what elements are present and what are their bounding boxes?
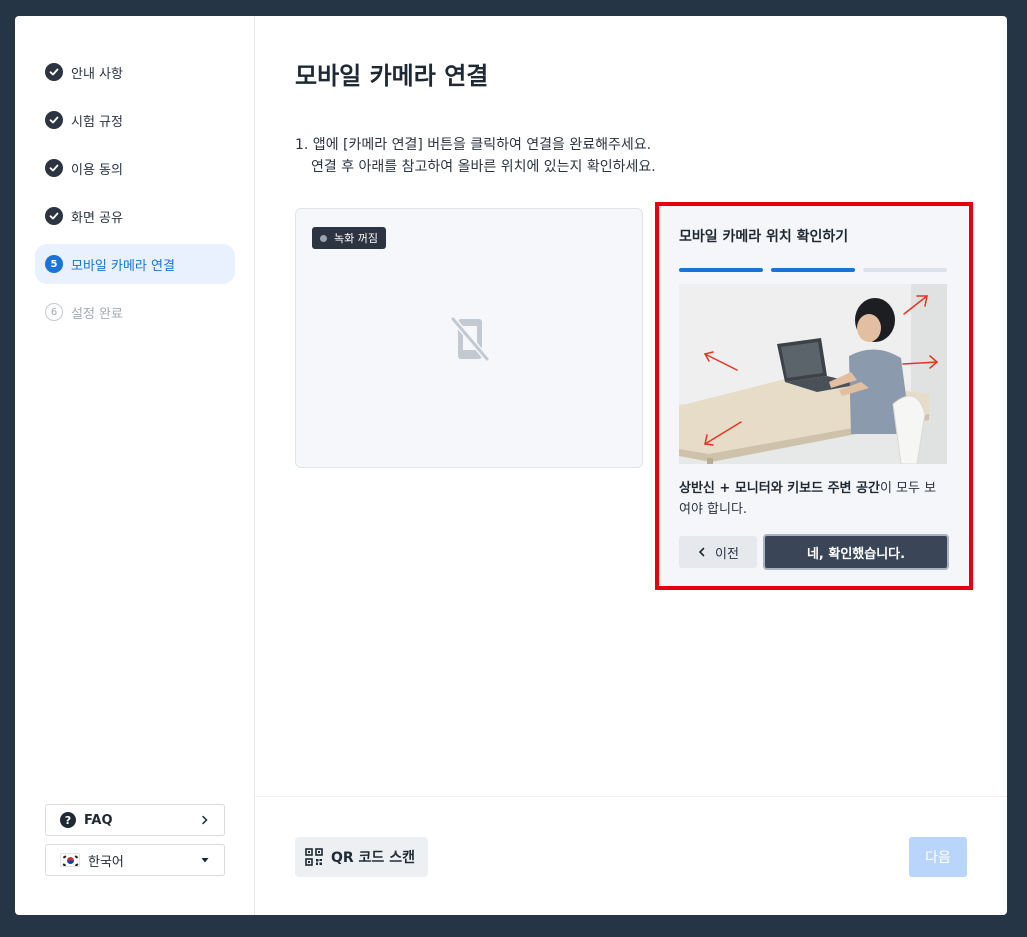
chevron-right-icon [202, 815, 208, 825]
confirm-button[interactable]: 네, 확인했습니다. [763, 534, 949, 570]
instruction-line-1: 1. 앱에 [카메라 연결] 버튼을 클릭하여 연결을 완료해주세요. [295, 137, 652, 153]
qr-scan-button[interactable]: QR 코드 스캔 [295, 837, 428, 877]
qr-scan-label: QR 코드 스캔 [331, 850, 415, 866]
step-number-badge: 6 [45, 303, 63, 321]
guide-progress [679, 268, 947, 272]
language-label: 한국어 [88, 854, 124, 870]
guide-description-bold: 상반신 + 모니터와 키보드 주변 공간 [679, 481, 880, 496]
check-icon [45, 111, 63, 129]
faq-label: FAQ [84, 812, 113, 828]
step-screen-share[interactable]: 화면 공유 [35, 196, 235, 236]
progress-segment [679, 268, 763, 272]
step-number-badge: 5 [45, 255, 63, 273]
camera-preview: 녹화 꺼짐 [295, 208, 643, 468]
recording-status-badge: 녹화 꺼짐 [312, 227, 386, 249]
step-mobile-camera[interactable]: 5 모바일 카메라 연결 [35, 244, 235, 284]
page-title: 모바일 카메라 연결 [295, 62, 489, 90]
instructions: 1. 앱에 [카메라 연결] 버튼을 클릭하여 연결을 완료해주세요. 연결 후… [295, 134, 656, 178]
step-rules[interactable]: 시험 규정 [35, 100, 235, 140]
camera-position-guide: 모바일 카메라 위치 확인하기 상반신 + 모니터와 키보드 주변 공간이 모두… [659, 206, 969, 586]
previous-button[interactable]: 이전 [679, 536, 757, 568]
guide-example-image [679, 284, 947, 464]
korea-flag-icon [60, 853, 80, 867]
step-label: 이용 동의 [71, 162, 123, 178]
caret-down-icon [201, 858, 209, 863]
step-label: 안내 사항 [71, 66, 123, 82]
step-label: 시험 규정 [71, 114, 123, 130]
step-list: 안내 사항 시험 규정 이용 동의 화면 공유 5 모바일 카메라 연결 6 설… [35, 52, 235, 340]
step-label: 화면 공유 [71, 210, 123, 226]
chevron-left-icon [698, 547, 705, 557]
setup-card: 안내 사항 시험 규정 이용 동의 화면 공유 5 모바일 카메라 연결 6 설… [15, 16, 1007, 915]
question-icon: ? [60, 812, 76, 828]
footer: QR 코드 스캔 다음 [255, 796, 1007, 915]
progress-segment [771, 268, 855, 272]
instruction-line-2: 연결 후 아래를 참고하여 올바른 위치에 있는지 확인하세요. [311, 159, 656, 175]
phone-off-icon [450, 317, 490, 361]
check-icon [45, 159, 63, 177]
main-content: 모바일 카메라 연결 1. 앱에 [카메라 연결] 버튼을 클릭하여 연결을 완… [255, 16, 1007, 915]
next-button[interactable]: 다음 [909, 837, 967, 877]
progress-segment [863, 268, 947, 272]
step-notice[interactable]: 안내 사항 [35, 52, 235, 92]
sidebar: 안내 사항 시험 규정 이용 동의 화면 공유 5 모바일 카메라 연결 6 설… [15, 16, 255, 915]
qr-code-icon [305, 848, 323, 866]
check-icon [45, 207, 63, 225]
step-setup-complete: 6 설정 완료 [35, 292, 235, 332]
recording-dot-icon [320, 234, 327, 242]
faq-button[interactable]: ? FAQ [45, 804, 225, 836]
guide-title: 모바일 카메라 위치 확인하기 [679, 229, 849, 245]
previous-label: 이전 [715, 546, 739, 562]
step-label: 설정 완료 [71, 306, 123, 322]
recording-status-label: 녹화 꺼짐 [334, 232, 378, 245]
step-label: 모바일 카메라 연결 [71, 258, 175, 274]
check-icon [45, 63, 63, 81]
language-select[interactable]: 한국어 [45, 844, 225, 876]
step-consent[interactable]: 이용 동의 [35, 148, 235, 188]
guide-description: 상반신 + 모니터와 키보드 주변 공간이 모두 보여야 합니다. [679, 478, 947, 520]
